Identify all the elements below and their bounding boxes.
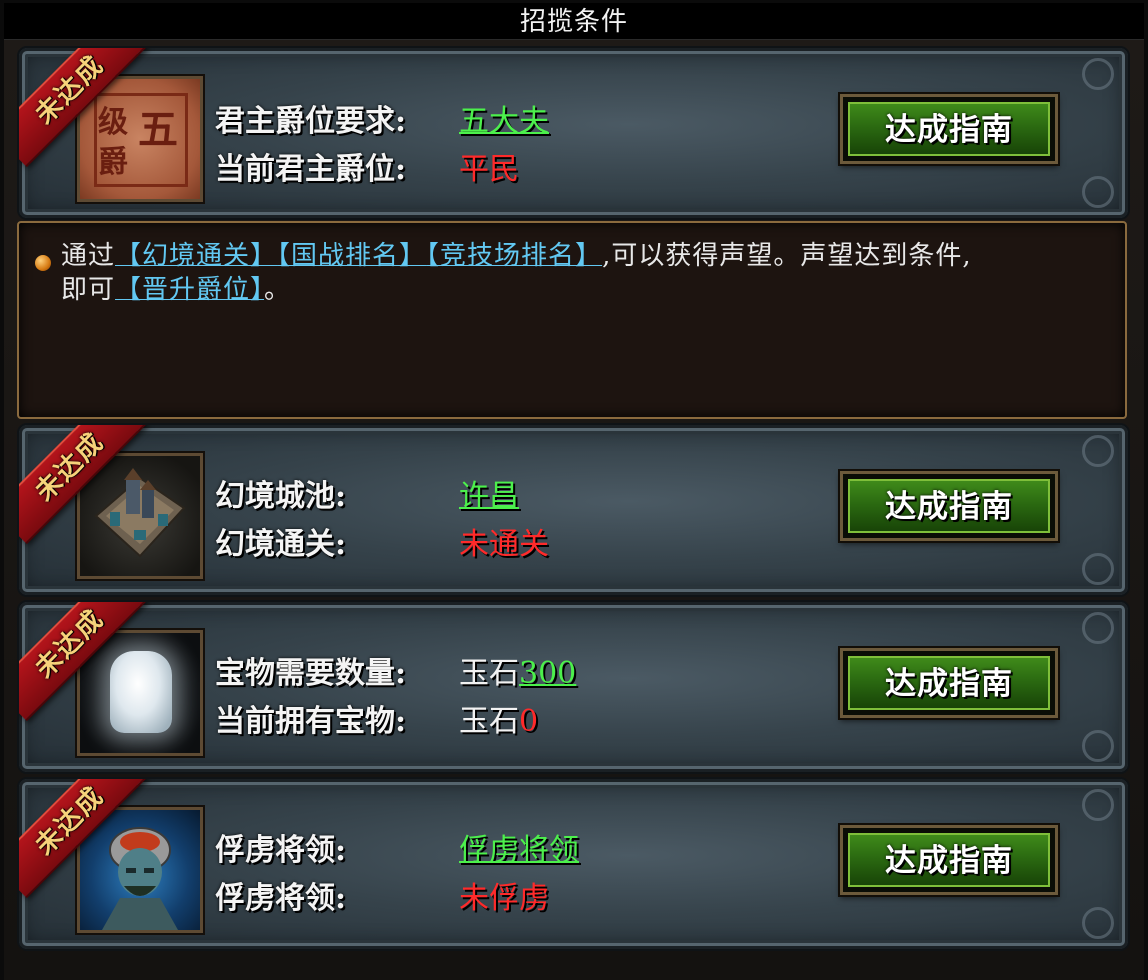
required-rank-value[interactable]: 五大夫 [459,96,549,140]
treasure-required-value: 玉石300 [459,656,577,691]
illusion-city-value[interactable]: 许昌 [459,471,519,515]
required-rank-label: 君主爵位要求: [215,104,407,139]
reputation-description: 通过【幻境通关】【国战排名】【竞技场排名】,可以获得声望。声望达到条件, 即可【… [17,221,1127,419]
guide-button-illusion[interactable]: 达成指南 [840,471,1058,541]
condition-panel-captive: 未达成 俘虏将领: 俘虏将领 俘虏将领: 未俘虏 达成指南 [17,777,1130,951]
captive-status-label: 俘虏将领: [215,881,347,916]
desc-end: 。 [264,275,292,305]
condition-panel-illusion: 未达成 幻境城池: 许昌 幻境通关: 未通关 达成指南 [17,423,1130,597]
recruit-conditions-frame: 未达成 五 级 爵 君主爵位要求: 五大夫 当前君主爵位: 平民 达成指南 通过… [4,40,1144,980]
treasure-required-label: 宝物需要数量: [215,656,407,691]
desc-line2: 即可 [61,275,116,305]
link-promote-rank[interactable]: 【晋升爵位】 [115,275,264,305]
bullet-icon [35,255,51,271]
guide-button-rank[interactable]: 达成指南 [840,94,1058,164]
captive-required-value[interactable]: 俘虏将领 [459,825,579,869]
guide-button-captive[interactable]: 达成指南 [840,825,1058,895]
desc-middle: ,可以获得声望。声望达到条件, [602,241,972,271]
link-arena-ranking[interactable]: 【竞技场排名】 [426,241,602,271]
current-rank-value: 平民 [459,152,519,187]
guide-button-treasure[interactable]: 达成指南 [840,648,1058,718]
window-title: 招揽条件 [4,3,1144,40]
captive-required-label: 俘虏将领: [215,833,347,868]
treasure-owned-label: 当前拥有宝物: [215,704,407,739]
link-war-ranking[interactable]: 【国战排名】 [277,241,426,271]
captive-status-value: 未俘虏 [459,881,549,916]
desc-intro: 通过 [61,241,116,271]
treasure-owned-value: 玉石0 [459,704,539,739]
condition-panel-rank: 未达成 五 级 爵 君主爵位要求: 五大夫 当前君主爵位: 平民 达成指南 [17,46,1130,220]
condition-panel-treasure: 未达成 宝物需要数量: 玉石300 当前拥有宝物: 玉石0 达成指南 [17,600,1130,774]
illusion-city-label: 幻境城池: [215,479,347,514]
link-illusion-clear[interactable]: 【幻境通关】 [115,241,277,271]
illusion-clear-value: 未通关 [459,527,549,562]
illusion-clear-label: 幻境通关: [215,527,347,562]
current-rank-label: 当前君主爵位: [215,152,407,187]
